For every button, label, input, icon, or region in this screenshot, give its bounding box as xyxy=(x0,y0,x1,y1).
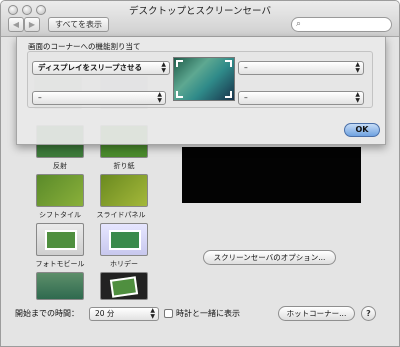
screensaver-thumb[interactable] xyxy=(36,174,84,207)
preferences-window: デスクトップとスクリーンセーバ ◀ ▶ すべてを表示 ⌕ 反射 折り紙 シフトタ… xyxy=(0,0,400,347)
top-left-corner-value: ディスプレイをスリープさせる xyxy=(38,63,143,72)
forward-button[interactable]: ▶ xyxy=(24,17,40,32)
search-input[interactable]: ⌕ xyxy=(291,17,392,32)
start-after-label: 開始までの時間： xyxy=(15,309,79,318)
bottom-left-corner-value: – xyxy=(38,93,42,102)
screensaver-thumb[interactable] xyxy=(36,223,84,256)
updown-icon: ▲ ▼ xyxy=(355,91,360,104)
bottom-right-corner-select[interactable]: – ▲ ▼ xyxy=(238,91,364,105)
screensaver-label: フォトモビール xyxy=(35,260,85,268)
back-button[interactable]: ◀ xyxy=(8,17,24,32)
screensaver-thumb[interactable] xyxy=(100,223,148,256)
top-right-corner-value: – xyxy=(244,63,248,72)
hot-corners-sheet: 画面のコーナーへの機能割り当て ディスプレイをスリープさせる ▲ ▼ – ▲ ▼ –… xyxy=(16,37,386,145)
screensaver-label: スライドパネル xyxy=(96,211,146,219)
window-title: デスクトップとスクリーンセーバ xyxy=(129,6,271,17)
screensaver-label: シフトタイル xyxy=(39,211,81,219)
corner-marker-icon xyxy=(176,91,183,98)
updown-icon: ▲ ▼ xyxy=(157,91,162,104)
start-after-value: 20 分 xyxy=(95,309,115,318)
help-button[interactable]: ? xyxy=(361,306,376,321)
screensaver-label: 折り紙 xyxy=(113,162,135,170)
screensaver-label: 反射 xyxy=(53,162,67,170)
updown-icon: ▲ ▼ xyxy=(150,307,155,320)
screensaver-thumb[interactable] xyxy=(100,174,148,207)
screensaver-options-button[interactable]: スクリーンセーバのオプション... xyxy=(203,250,336,265)
corner-marker-icon xyxy=(176,60,183,67)
screensaver-thumb[interactable] xyxy=(36,272,84,300)
show-clock-checkbox[interactable] xyxy=(164,309,173,318)
screensaver-thumb[interactable] xyxy=(100,272,148,300)
top-right-corner-select[interactable]: – ▲ ▼ xyxy=(238,61,364,75)
search-icon: ⌕ xyxy=(296,19,302,29)
corner-marker-icon xyxy=(225,60,232,67)
screensaver-label: ホリデー xyxy=(110,260,138,268)
start-after-select[interactable]: 20 分 ▲ ▼ xyxy=(89,307,159,321)
titlebar: デスクトップとスクリーンセーバ ◀ ▶ すべてを表示 ⌕ xyxy=(1,1,399,37)
monitor-preview xyxy=(173,57,235,101)
bottom-right-corner-value: – xyxy=(244,93,248,102)
hot-corners-button[interactable]: ホットコーナー... xyxy=(278,306,355,321)
show-clock-label: 時計と一緒に表示 xyxy=(176,309,240,318)
ok-button[interactable]: OK xyxy=(344,123,380,137)
show-all-button[interactable]: すべてを表示 xyxy=(48,17,109,32)
corner-marker-icon xyxy=(225,91,232,98)
updown-icon: ▲ ▼ xyxy=(355,61,360,74)
updown-icon: ▲ ▼ xyxy=(161,61,166,74)
screensaver-preview xyxy=(182,147,361,203)
top-left-corner-select[interactable]: ディスプレイをスリープさせる ▲ ▼ xyxy=(32,61,170,75)
bottom-left-corner-select[interactable]: – ▲ ▼ xyxy=(32,91,166,105)
